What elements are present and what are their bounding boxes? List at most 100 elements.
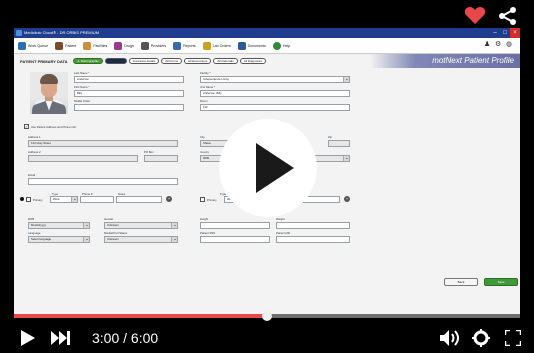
first-name-label: First Name *	[74, 85, 90, 89]
tab-all-referrals[interactable]: All Referrals	[213, 58, 238, 64]
menu-item-documents[interactable]: Documents	[237, 41, 266, 50]
po-box-label: PO Box	[144, 150, 154, 154]
skip-next-icon[interactable]	[51, 331, 71, 345]
phone-notes-field[interactable]	[116, 196, 162, 203]
save-button[interactable]: Save	[484, 278, 518, 286]
work-queue-icon	[18, 41, 26, 50]
facility-select[interactable]: Independence Living	[200, 76, 350, 83]
marital-select[interactable]: Unknown	[104, 236, 178, 243]
first-name-field[interactable]: Billy	[74, 90, 184, 97]
main-menu-bar: Work Queue Patient Facilities Drugs Prov…	[14, 38, 520, 54]
chevron-down-icon	[83, 237, 89, 242]
dob-field[interactable]: Mm/dd/yyyy	[28, 222, 90, 229]
tab-active-selected[interactable]	[104, 58, 127, 64]
lab-orders-icon	[202, 41, 211, 50]
menu-item-work-queue[interactable]: Work Queue	[18, 41, 48, 50]
minimize-icon[interactable]: –	[490, 28, 500, 38]
menu-item-reports[interactable]: Reports	[173, 41, 196, 50]
gear-icon[interactable]: ⚙	[495, 41, 503, 49]
menu-item-drugs[interactable]: Drugs	[114, 41, 134, 50]
unit-name-field[interactable]: Anderson, Billy	[200, 90, 350, 97]
window-titlebar: Mediclinic Cloud® - DR ORBIS PREMIUM – □…	[14, 28, 520, 38]
county-label: County	[200, 150, 209, 154]
po-box-field[interactable]	[144, 155, 178, 162]
last-name-field[interactable]: Anderson	[74, 76, 184, 83]
menu-item-facilities[interactable]: Facilities	[83, 41, 107, 50]
email-label: Email	[28, 173, 35, 177]
gender-select[interactable]: Unknown	[104, 222, 178, 229]
volume-icon[interactable]	[440, 330, 462, 346]
primary-label: Primary	[33, 198, 43, 202]
menu-item-patient[interactable]: Patient	[55, 41, 76, 50]
big-play-button[interactable]	[219, 119, 317, 217]
mrn-label: Patient MR	[276, 231, 290, 235]
progress-scrubber[interactable]	[262, 311, 272, 321]
menu-item-providers[interactable]: Providers	[140, 41, 166, 50]
height-label: Height	[200, 217, 209, 221]
height-field[interactable]	[200, 222, 270, 229]
email-field[interactable]	[28, 178, 178, 185]
address1-field[interactable]: 123 Gray Street	[28, 140, 178, 147]
room-field[interactable]: 110	[200, 104, 350, 111]
chevron-down-icon	[171, 237, 177, 242]
address1-label: Address 1	[28, 135, 41, 139]
ssn-field[interactable]	[200, 236, 270, 243]
progress-fill	[14, 314, 267, 318]
close-icon[interactable]: ×	[510, 28, 520, 38]
ssn-label: Patient SSN	[200, 231, 216, 235]
facility-label: Facility *	[200, 71, 211, 75]
primary-phone-checkbox[interactable]	[26, 197, 31, 202]
patient-tabs-row: PATIENT PRIMARY DATA 1. Demographic Insu…	[14, 54, 520, 68]
middle-initial-field[interactable]	[74, 104, 184, 111]
last-name-label: Last Name *	[74, 71, 90, 75]
language-select[interactable]: Select language	[28, 236, 90, 243]
globe-icon[interactable]: ◍	[506, 41, 514, 49]
drugs-icon	[114, 41, 123, 50]
fullscreen-icon[interactable]	[505, 330, 521, 346]
same-address-label: Use Patient Address and Phone info	[31, 125, 76, 129]
tab-insurance[interactable]: Insurance details	[128, 58, 160, 64]
settings-gear-icon[interactable]	[472, 329, 490, 347]
user-icon[interactable]: ♟	[484, 41, 492, 49]
tab-all-encounters[interactable]: All Encounters	[184, 58, 212, 64]
address2-label: Address 2	[28, 150, 41, 154]
heart-icon[interactable]	[464, 7, 486, 25]
address2-field[interactable]	[28, 155, 138, 162]
facilities-icon	[83, 41, 92, 50]
video-player: Mediclinic Cloud® - DR ORBIS PREMIUM – □…	[0, 0, 534, 353]
zip-field[interactable]	[328, 140, 350, 147]
tab-all-forms[interactable]: All Forms	[161, 58, 183, 64]
reports-icon	[173, 41, 182, 50]
back-button[interactable]: Back	[444, 278, 478, 286]
weight-field[interactable]	[276, 222, 350, 229]
unit-name-label: Unit Name *	[200, 85, 216, 89]
tab-demographic[interactable]: 1. Demographic	[73, 58, 103, 64]
profile-banner: motNext Patient Profile	[370, 54, 520, 68]
menu-item-help[interactable]: Help	[272, 41, 290, 50]
middle-initial-label: Middle Initial	[74, 99, 90, 103]
play-icon[interactable]	[20, 330, 36, 346]
chevron-down-icon	[343, 156, 349, 161]
player-controls: 3:00 / 6:00	[0, 322, 534, 353]
right-primary-checkbox[interactable]	[200, 197, 205, 202]
video-progress-bar[interactable]	[14, 311, 520, 321]
room-label: Room	[200, 99, 208, 103]
menu-item-lab-orders[interactable]: Lab Orders	[202, 41, 231, 50]
phone-number-field[interactable]	[80, 196, 114, 203]
phone-type-select[interactable]: Work	[50, 196, 78, 203]
add-phone-icon[interactable]: +	[166, 196, 172, 202]
chevron-down-icon	[71, 197, 77, 202]
share-icon[interactable]	[498, 7, 518, 25]
chevron-down-icon	[343, 77, 349, 82]
add-right-phone-icon[interactable]: +	[344, 196, 350, 202]
mrn-field[interactable]	[276, 236, 350, 243]
providers-icon	[140, 41, 149, 50]
marital-label: Marital/Civil Status	[104, 231, 128, 235]
zip-label: Zip	[328, 135, 332, 139]
city-label: City	[200, 135, 205, 139]
play-marker-icon	[20, 197, 24, 201]
maximize-icon[interactable]: □	[500, 28, 510, 38]
tab-all-diagnoses[interactable]: All Diagnoses	[239, 58, 267, 64]
same-address-checkbox[interactable]: ✓	[24, 124, 29, 129]
dob-label: DOB	[28, 217, 35, 221]
